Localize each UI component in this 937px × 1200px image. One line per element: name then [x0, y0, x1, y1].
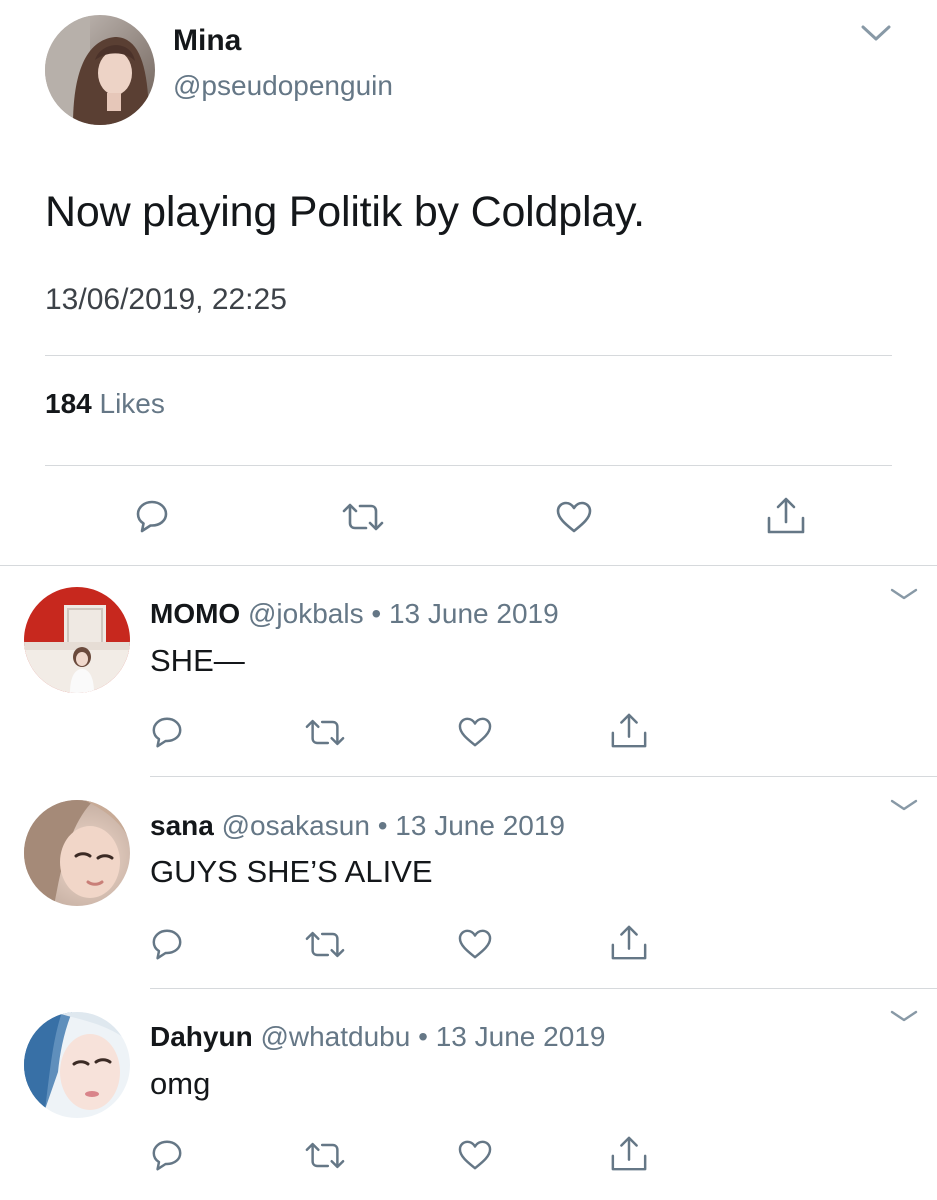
separator-dot: •: [418, 1021, 428, 1052]
likes-label: Likes: [99, 388, 165, 419]
display-name[interactable]: MOMO: [150, 598, 240, 629]
reply-icon[interactable]: [150, 927, 184, 961]
user-handle[interactable]: @osakasun: [222, 810, 370, 841]
user-handle[interactable]: @whatdubu: [260, 1021, 410, 1052]
like-icon[interactable]: [457, 928, 493, 960]
likes-number: 184: [45, 388, 92, 419]
reply-date[interactable]: 13 June 2019: [389, 598, 559, 629]
chevron-down-icon[interactable]: [889, 1008, 919, 1024]
share-icon[interactable]: [610, 1135, 648, 1173]
avatar[interactable]: [24, 587, 130, 693]
retweet-icon[interactable]: [305, 1141, 345, 1170]
chevron-down-icon[interactable]: [860, 22, 892, 44]
reply-text: omg: [150, 1066, 211, 1101]
reply-text: SHE—: [150, 643, 245, 678]
separator-dot: •: [371, 598, 382, 629]
avatar[interactable]: [24, 800, 130, 906]
chevron-down-icon[interactable]: [889, 586, 919, 602]
avatar[interactable]: [24, 1012, 130, 1118]
reply-text: GUYS SHE’S ALIVE: [150, 854, 433, 889]
reply-date[interactable]: 13 June 2019: [395, 810, 565, 841]
retweet-icon[interactable]: [342, 502, 384, 532]
like-icon[interactable]: [555, 500, 593, 534]
tweet-timestamp[interactable]: 13/06/2019, 22:25: [45, 283, 287, 317]
reply-header: Dahyun @whatdubu • 13 June 2019: [150, 1021, 605, 1053]
reply-icon[interactable]: [150, 1138, 184, 1172]
like-icon[interactable]: [457, 716, 493, 748]
display-name[interactable]: Mina: [173, 24, 241, 58]
separator-dot: •: [377, 810, 388, 841]
section-divider: [0, 565, 937, 566]
reply-icon[interactable]: [150, 715, 184, 749]
reply-date[interactable]: 13 June 2019: [436, 1021, 606, 1052]
user-handle[interactable]: @pseudopenguin: [173, 70, 393, 102]
share-icon[interactable]: [610, 712, 648, 750]
share-icon[interactable]: [610, 924, 648, 962]
retweet-icon[interactable]: [305, 930, 345, 959]
retweet-icon[interactable]: [305, 718, 345, 747]
chevron-down-icon[interactable]: [889, 797, 919, 813]
divider: [150, 988, 937, 989]
avatar[interactable]: [45, 15, 155, 125]
reply-icon[interactable]: [134, 498, 170, 534]
display-name[interactable]: Dahyun: [150, 1021, 253, 1052]
divider: [45, 355, 892, 356]
reply-header: sana @osakasun • 13 June 2019: [150, 810, 565, 842]
share-icon[interactable]: [766, 496, 806, 536]
divider: [45, 465, 892, 466]
user-handle[interactable]: @jokbals: [248, 598, 364, 629]
display-name[interactable]: sana: [150, 810, 214, 841]
likes-count[interactable]: 184 Likes: [45, 388, 165, 420]
tweet-text: Now playing Politik by Coldplay.: [45, 188, 645, 236]
divider: [150, 776, 937, 777]
reply-header: MOMO @jokbals • 13 June 2019: [150, 598, 559, 630]
like-icon[interactable]: [457, 1139, 493, 1171]
